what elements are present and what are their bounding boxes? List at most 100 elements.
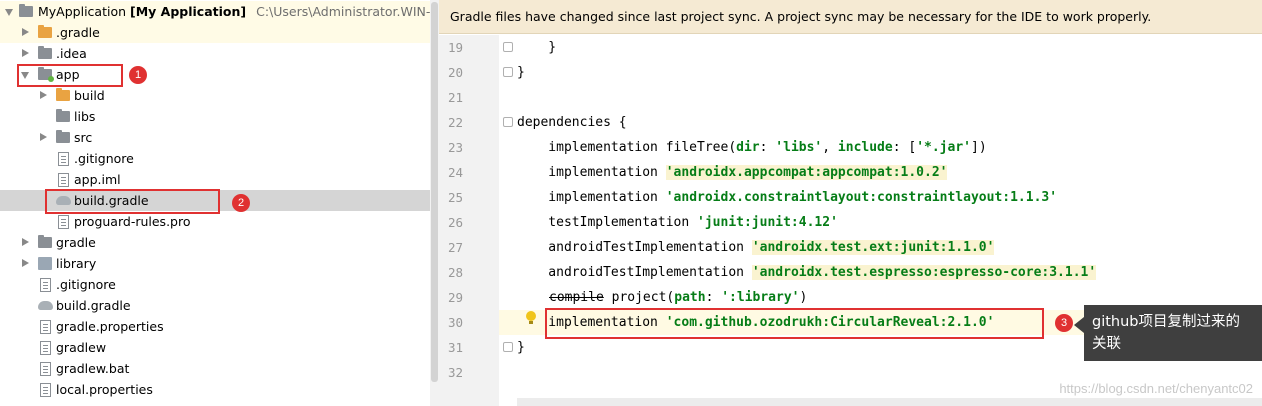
file-icon <box>40 362 51 376</box>
tree-item-label: app.iml <box>74 172 121 187</box>
line-number: 27 <box>447 240 463 255</box>
file-icon <box>58 152 69 166</box>
tree-item-label: gradlew <box>56 340 107 355</box>
tree-root-myapplication[interactable]: MyApplication [My Application] C:\Users\… <box>0 1 430 22</box>
code-line-22[interactable]: dependencies { <box>517 110 627 135</box>
tree-item-app-iml[interactable]: app.iml <box>0 169 430 190</box>
folder-icon <box>38 46 52 59</box>
file-icon <box>40 341 51 355</box>
tree-item-build[interactable]: build <box>0 85 430 106</box>
line-number: 25 <box>447 190 463 205</box>
line-number: 31 <box>447 340 463 355</box>
annotation-box-dependency <box>545 308 1044 339</box>
code-line-31[interactable]: } <box>517 335 525 360</box>
tree-item-label: build <box>74 88 105 103</box>
properties-file-icon <box>40 383 51 397</box>
tree-item-app-gitignore[interactable]: .gitignore <box>0 148 430 169</box>
fold-marker-icon[interactable] <box>503 67 513 77</box>
expand-arrow-icon[interactable] <box>40 91 47 99</box>
line-number: 30 <box>447 315 463 330</box>
tree-item-local-properties[interactable]: local.properties <box>0 379 430 400</box>
watermark: https://blog.csdn.net/chenyantc02 <box>1059 381 1253 396</box>
tree-item-label: libs <box>74 109 96 124</box>
fold-marker-icon[interactable] <box>503 42 513 52</box>
tree-item-label: build.gradle <box>56 298 131 313</box>
tree-item-root-gitignore[interactable]: .gitignore <box>0 274 430 295</box>
folder-icon <box>38 235 52 248</box>
fold-marker-icon[interactable] <box>503 342 513 352</box>
tree-scrollbar[interactable] <box>430 0 439 406</box>
code-line-24[interactable]: implementation 'androidx.appcompat:appco… <box>517 160 948 185</box>
tree-item-label: gradle <box>56 235 96 250</box>
tree-item-label: gradle.properties <box>56 319 164 334</box>
expand-arrow-icon[interactable] <box>22 49 29 57</box>
folder-icon <box>56 130 70 143</box>
code-line-20[interactable]: } <box>517 60 525 85</box>
line-number: 23 <box>447 140 463 155</box>
tree-item-label: local.properties <box>56 382 153 397</box>
tree-item-label: gradlew.bat <box>56 361 130 376</box>
collapse-arrow-icon[interactable] <box>5 9 13 16</box>
folder-icon <box>56 109 70 122</box>
annotation-box-build-gradle <box>45 189 220 214</box>
expand-arrow-icon[interactable] <box>40 133 47 141</box>
annotation-tooltip: github项目复制过来的关联 <box>1074 305 1262 361</box>
expand-arrow-icon[interactable] <box>22 28 29 36</box>
line-number: 20 <box>447 65 463 80</box>
project-folder-icon <box>19 4 33 17</box>
root-path: C:\Users\Administrator.WIN-KS4V4 <box>256 4 430 19</box>
tree-item-src[interactable]: src <box>0 127 430 148</box>
tree-item-proguard-rules[interactable]: proguard-rules.pro <box>0 211 430 232</box>
tree-item-label: library <box>56 256 97 271</box>
tree-item-label: .gradle <box>56 25 100 40</box>
tree-item-gradle[interactable]: gradle <box>0 232 430 253</box>
root-module: [My Application] <box>130 4 247 19</box>
line-number: 24 <box>447 165 463 180</box>
line-number: 28 <box>447 265 463 280</box>
fold-marker-icon[interactable] <box>503 117 513 127</box>
tree-item-label: proguard-rules.pro <box>74 214 191 229</box>
folder-icon <box>38 25 52 38</box>
code-line-29[interactable]: compile project(path: ':library') <box>549 285 807 310</box>
annotation-badge-1: 1 <box>129 66 147 84</box>
library-module-icon <box>38 257 52 270</box>
gradle-sync-banner: Gradle files have changed since last pro… <box>439 0 1262 34</box>
file-icon <box>58 215 69 229</box>
tree-item-root-build-gradle[interactable]: build.gradle <box>0 295 430 316</box>
code-line-23[interactable]: implementation fileTree(dir: 'libs', inc… <box>517 135 986 160</box>
root-name: MyApplication <box>38 4 127 19</box>
code-line-19[interactable]: } <box>517 35 556 60</box>
tree-item-label: .gitignore <box>56 277 116 292</box>
expand-arrow-icon[interactable] <box>22 259 29 267</box>
line-number: 26 <box>447 215 463 230</box>
code-line-26[interactable]: testImplementation 'junit:junit:4.12' <box>517 210 838 235</box>
file-icon <box>40 278 51 292</box>
code-line-27[interactable]: androidTestImplementation 'androidx.test… <box>517 235 995 260</box>
annotation-badge-2: 2 <box>232 194 250 212</box>
line-number: 32 <box>447 365 463 380</box>
line-number: 19 <box>447 40 463 55</box>
expand-arrow-icon[interactable] <box>22 238 29 246</box>
editor-horizontal-scrollbar[interactable] <box>517 398 1262 406</box>
tree-item-idea[interactable]: .idea <box>0 43 430 64</box>
tree-item-gradlew[interactable]: gradlew <box>0 337 430 358</box>
annotation-box-app <box>17 64 123 87</box>
tree-item-label: .gitignore <box>74 151 134 166</box>
tree-item-label: .idea <box>56 46 87 61</box>
tree-item-label: src <box>74 130 93 145</box>
folder-icon <box>56 88 70 101</box>
gradle-elephant-icon <box>38 301 53 310</box>
line-number: 22 <box>447 115 463 130</box>
line-number: 29 <box>447 290 463 305</box>
properties-file-icon <box>40 320 51 334</box>
tree-item-libs[interactable]: libs <box>0 106 430 127</box>
iml-file-icon <box>58 173 69 187</box>
tree-scrollbar-thumb[interactable] <box>431 2 438 382</box>
code-line-28[interactable]: androidTestImplementation 'androidx.test… <box>517 260 1097 285</box>
tree-item-library[interactable]: library <box>0 253 430 274</box>
code-line-25[interactable]: implementation 'androidx.constraintlayou… <box>517 185 1057 210</box>
tree-item-gradle-properties[interactable]: gradle.properties <box>0 316 430 337</box>
tree-item-gradlew-bat[interactable]: gradlew.bat <box>0 358 430 379</box>
annotation-badge-3: 3 <box>1055 314 1073 332</box>
tree-item-dot-gradle[interactable]: .gradle <box>0 22 430 43</box>
